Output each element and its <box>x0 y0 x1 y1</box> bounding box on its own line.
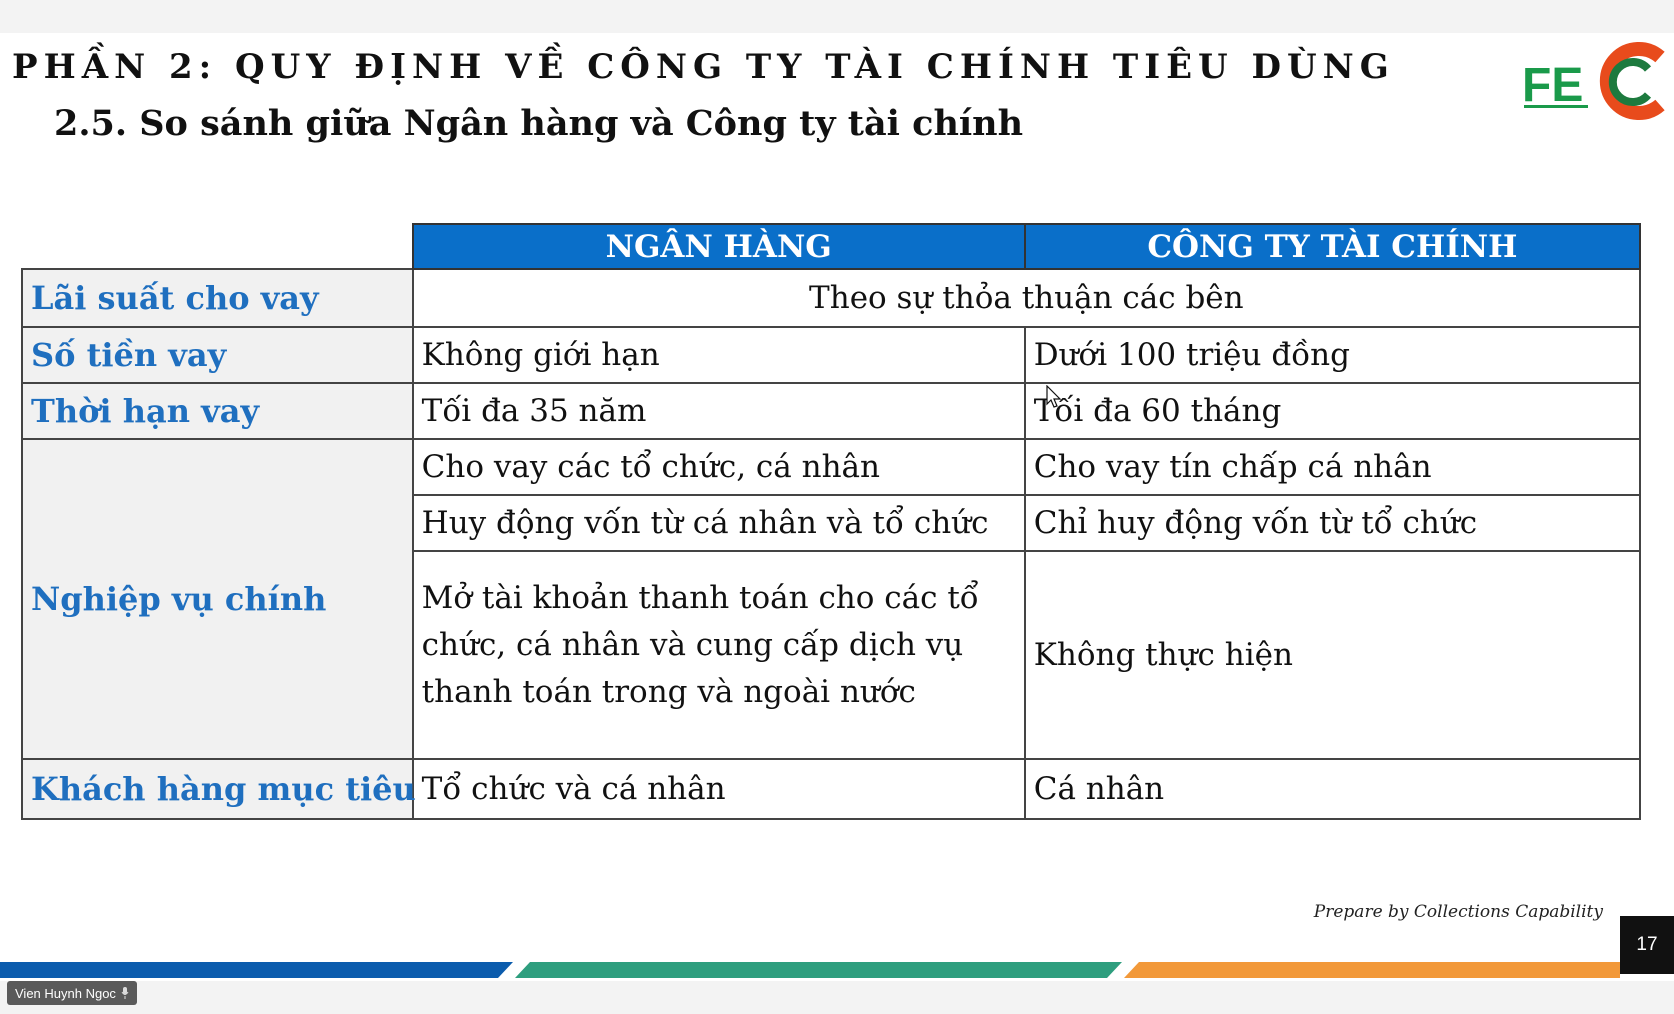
footer-prepared-by: Prepare by Collections Capability <box>1313 902 1603 922</box>
cell-bank-target-customers: Tổ chức và cá nhân <box>411 758 1026 820</box>
presentation-slide: PHẦN 2: QUY ĐỊNH VỀ CÔNG TY TÀI CHÍNH TI… <box>0 33 1674 981</box>
table-row: Nghiệp vụ chính Cho vay các tổ chức, cá … <box>21 438 1642 760</box>
cell-bank-loan-amount: Không giới hạn <box>411 326 1026 384</box>
cell-finance-lending: Cho vay tín chấp cá nhân <box>1023 438 1642 496</box>
logo-text: FE <box>1522 59 1583 112</box>
cell-line: Mở tài khoản thanh toán cho các tổ <box>421 579 979 616</box>
cell-finance-payment-accounts: Không thực hiện <box>1023 550 1642 760</box>
participant-name-tag: Vien Huynh Ngoc <box>7 981 137 1005</box>
table-row: Lãi suất cho vay Theo sự thỏa thuận các … <box>21 268 1642 328</box>
cell-finance-loan-term: Tối đa 60 tháng <box>1023 382 1642 440</box>
footer-color-bars <box>0 962 1620 978</box>
mouse-cursor-icon <box>1046 384 1062 409</box>
row-label-loan-term: Thời hạn vay <box>21 382 414 440</box>
row-label-target-customers: Khách hàng mục tiêu <box>21 758 416 820</box>
cell-bank-payment-accounts: Mở tài khoản thanh toán cho các tổ chức,… <box>411 550 1026 760</box>
row-label-main-operations: Nghiệp vụ chính <box>21 438 414 760</box>
cell-bank-lending: Cho vay các tổ chức, cá nhân <box>411 438 1026 496</box>
fec-logo-icon: FE <box>1520 39 1670 123</box>
table-row: Số tiền vay Không giới hạn Dưới 100 triệ… <box>21 326 1642 384</box>
participant-name: Vien Huynh Ngoc <box>15 985 116 1001</box>
cell-line: chức, cá nhân và cung cấp dịch vụ <box>421 626 964 663</box>
cell-interest-rate: Theo sự thỏa thuận các bên <box>411 268 1642 328</box>
cell-finance-loan-amount: Dưới 100 triệu đồng <box>1023 326 1642 384</box>
table-row: Khách hàng mục tiêu Tổ chức và cá nhân C… <box>21 758 1642 820</box>
cell-line: thanh toán trong và ngoài nước <box>421 673 916 710</box>
page-number: 17 <box>1620 916 1674 974</box>
cell-finance-capital: Chỉ huy động vốn từ tổ chức <box>1023 494 1642 552</box>
mic-icon <box>121 987 129 999</box>
slide-subheading: 2.5. So sánh giữa Ngân hàng và Công ty t… <box>54 103 1024 144</box>
cell-bank-capital: Huy động vốn từ cá nhân và tổ chức <box>411 494 1026 552</box>
comparison-table: NGÂN HÀNG CÔNG TY TÀI CHÍNH Lãi suất cho… <box>21 223 1642 820</box>
cell-finance-target-customers: Cá nhân <box>1023 758 1642 820</box>
row-label-interest-rate: Lãi suất cho vay <box>21 268 414 328</box>
cell-bank-loan-term: Tối đa 35 năm <box>411 382 1026 440</box>
row-label-loan-amount: Số tiền vay <box>21 326 414 384</box>
table-row: Thời hạn vay Tối đa 35 năm Tối đa 60 thá… <box>21 382 1642 440</box>
table-corner <box>22 224 413 269</box>
column-header-bank: NGÂN HÀNG <box>411 223 1026 270</box>
column-header-finance-company: CÔNG TY TÀI CHÍNH <box>1023 223 1642 270</box>
slide-heading: PHẦN 2: QUY ĐỊNH VỀ CÔNG TY TÀI CHÍNH TI… <box>12 47 1395 87</box>
